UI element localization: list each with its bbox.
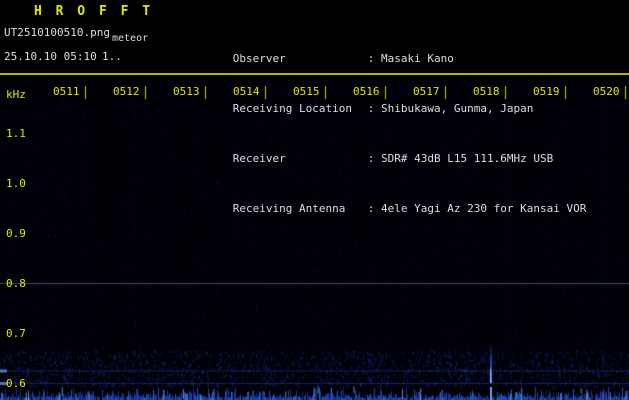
y-tick-label-1-0: 1.0 — [6, 177, 26, 190]
y-tick-label-0-6: 0.6 — [6, 377, 26, 390]
app-title: H R O F F T — [34, 4, 154, 19]
meta-row-receiver: Receiver : SDR# 43dB L15 111.6MHz USB — [175, 141, 625, 165]
meta-row-observer: Observer : Masaki Kano — [175, 41, 625, 65]
x-tick-label-0511: 0511 — [53, 85, 80, 98]
meta-label-observer: Observer — [232, 52, 286, 65]
observation-info: Observer : Masaki Kano Receiving Location… — [175, 3, 625, 215]
y-tick-label-1-1: 1.1 — [6, 127, 26, 140]
x-tick-label-0516: 0516 — [353, 85, 380, 98]
x-tick-label-0520: 0520 — [593, 85, 620, 98]
timestamp: 25.10.10 05:10 — [4, 50, 97, 63]
meta-label-receiver: Receiver — [232, 152, 286, 165]
y-tick-label-0-7: 0.7 — [6, 327, 26, 340]
meta-value-antenna: : 4ele Yagi Az 230 for Kansai VOR — [367, 202, 587, 215]
meta-value-observer: : Masaki Kano — [367, 52, 454, 65]
y-tick-label-0-9: 0.9 — [6, 227, 26, 240]
y-axis-unit-label: kHz — [6, 88, 26, 101]
x-tick-label-0519: 0519 — [533, 85, 560, 98]
y-tick-label-0-8: 0.8 — [6, 277, 26, 290]
x-tick-label-0512: 0512 — [113, 85, 140, 98]
x-tick-label-0515: 0515 — [293, 85, 320, 98]
hrofft-window: H R O F F T UT2510100510.png meteor 25.1… — [0, 0, 629, 400]
mode-label: meteor — [112, 33, 149, 44]
meta-row-antenna: Receiving Antenna : 4ele Yagi Az 230 for … — [175, 191, 625, 215]
meta-label-location: Receiving Location — [232, 102, 353, 115]
meta-value-receiver: : SDR# 43dB L15 111.6MHz USB — [367, 152, 554, 165]
meta-value-location: : Shibukawa, Gunma, Japan — [367, 102, 534, 115]
header-separator — [0, 73, 629, 75]
output-filename: UT2510100510.png — [4, 26, 110, 39]
meta-label-antenna: Receiving Antenna — [232, 202, 346, 215]
x-tick-label-0518: 0518 — [473, 85, 500, 98]
x-tick-label-0514: 0514 — [233, 85, 260, 98]
x-tick-label-0513: 0513 — [173, 85, 200, 98]
x-tick-label-0517: 0517 — [413, 85, 440, 98]
count-indicator: 1.. — [102, 50, 122, 63]
